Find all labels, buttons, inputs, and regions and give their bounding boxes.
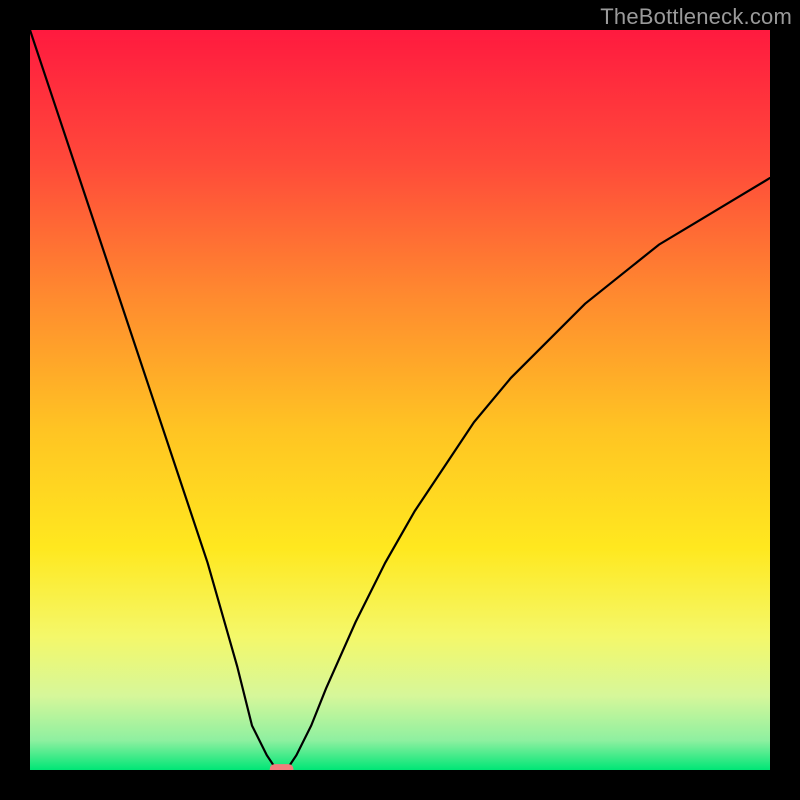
chart-background (30, 30, 770, 770)
chart-svg (30, 30, 770, 770)
watermark-label: TheBottleneck.com (600, 4, 792, 30)
minimum-marker (270, 764, 294, 770)
plot-area (30, 30, 770, 770)
chart-frame: TheBottleneck.com (0, 0, 800, 800)
